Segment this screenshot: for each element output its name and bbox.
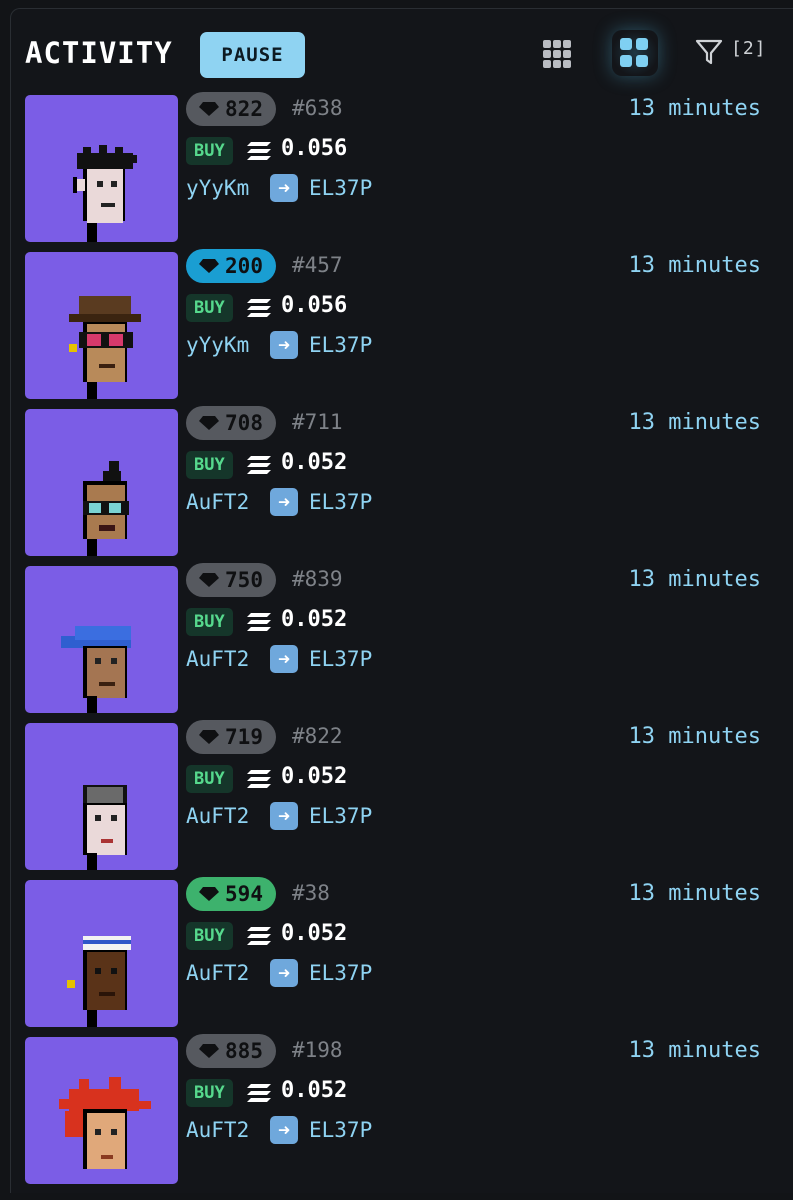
- transaction-type-badge: BUY: [186, 922, 233, 950]
- activity-header: ACTIVITY PAUSE [2]: [0, 0, 793, 90]
- sale-price: 0.056: [281, 136, 348, 161]
- timestamp: 13 minutes: [628, 567, 761, 592]
- buyer-address[interactable]: EL37P: [309, 1118, 372, 1142]
- transaction-type-badge: BUY: [186, 765, 233, 793]
- right-arrow-icon: ➜: [270, 174, 298, 202]
- diamond-icon: [199, 259, 220, 273]
- right-arrow-icon: ➜: [270, 645, 298, 673]
- page-title: ACTIVITY: [25, 36, 173, 70]
- right-arrow-icon: ➜: [270, 959, 298, 987]
- rarity-rank-badge: 719: [186, 720, 276, 754]
- solana-icon: [247, 613, 271, 631]
- nft-avatar[interactable]: [25, 252, 178, 399]
- rarity-rank-value: 719: [225, 725, 263, 749]
- rarity-rank-badge: 594: [186, 877, 276, 911]
- solana-icon: [247, 299, 271, 317]
- seller-address[interactable]: AuFT2: [186, 804, 249, 828]
- buyer-address[interactable]: EL37P: [309, 647, 372, 671]
- sale-price: 0.056: [281, 293, 348, 318]
- seller-address[interactable]: AuFT2: [186, 490, 249, 514]
- sale-price: 0.052: [281, 1078, 348, 1103]
- nft-avatar[interactable]: [25, 723, 178, 870]
- sale-price: 0.052: [281, 921, 348, 946]
- activity-row[interactable]: 708 #711 13 minutes BUY 0.052 AuFT2 ➜ EL…: [0, 404, 793, 561]
- transaction-type-badge: BUY: [186, 608, 233, 636]
- buyer-address[interactable]: EL37P: [309, 176, 372, 200]
- rarity-rank-badge: 822: [186, 92, 276, 126]
- rarity-rank-badge: 200: [186, 249, 276, 283]
- solana-icon: [247, 770, 271, 788]
- sale-price: 0.052: [281, 450, 348, 475]
- buyer-address[interactable]: EL37P: [309, 804, 372, 828]
- nft-avatar[interactable]: [25, 566, 178, 713]
- pause-button[interactable]: PAUSE: [200, 32, 305, 78]
- rarity-rank-value: 200: [225, 254, 263, 278]
- timestamp: 13 minutes: [628, 253, 761, 278]
- seller-address[interactable]: AuFT2: [186, 961, 249, 985]
- token-id[interactable]: #38: [292, 881, 330, 905]
- rarity-rank-value: 822: [225, 97, 263, 121]
- rarity-rank-badge: 750: [186, 563, 276, 597]
- diamond-icon: [199, 887, 220, 901]
- grid-large-icon: [620, 38, 650, 68]
- timestamp: 13 minutes: [628, 1038, 761, 1063]
- buyer-address[interactable]: EL37P: [309, 961, 372, 985]
- buyer-address[interactable]: EL37P: [309, 490, 372, 514]
- diamond-icon: [199, 102, 220, 116]
- grid-small-icon[interactable]: [543, 40, 571, 68]
- rarity-rank-value: 885: [225, 1039, 263, 1063]
- diamond-icon: [199, 573, 220, 587]
- seller-address[interactable]: AuFT2: [186, 647, 249, 671]
- right-arrow-icon: ➜: [270, 488, 298, 516]
- diamond-icon: [199, 730, 220, 744]
- token-id[interactable]: #638: [292, 96, 343, 120]
- diamond-icon: [199, 1044, 220, 1058]
- timestamp: 13 minutes: [628, 724, 761, 749]
- rarity-rank-value: 594: [225, 882, 263, 906]
- grid-large-view-button[interactable]: [612, 30, 658, 76]
- timestamp: 13 minutes: [628, 881, 761, 906]
- nft-avatar[interactable]: [25, 95, 178, 242]
- activity-row[interactable]: 200 #457 13 minutes BUY 0.056 yYyKm ➜ EL…: [0, 247, 793, 404]
- token-id[interactable]: #457: [292, 253, 343, 277]
- token-id[interactable]: #839: [292, 567, 343, 591]
- solana-icon: [247, 456, 271, 474]
- nft-avatar[interactable]: [25, 880, 178, 1027]
- activity-row[interactable]: 719 #822 13 minutes BUY 0.052 AuFT2 ➜ EL…: [0, 718, 793, 875]
- timestamp: 13 minutes: [628, 96, 761, 121]
- right-arrow-icon: ➜: [270, 802, 298, 830]
- solana-icon: [247, 142, 271, 160]
- rarity-rank-badge: 885: [186, 1034, 276, 1068]
- nft-avatar[interactable]: [25, 1037, 178, 1184]
- timestamp: 13 minutes: [628, 410, 761, 435]
- rarity-rank-value: 708: [225, 411, 263, 435]
- buyer-address[interactable]: EL37P: [309, 333, 372, 357]
- seller-address[interactable]: yYyKm: [186, 333, 249, 357]
- transaction-type-badge: BUY: [186, 1079, 233, 1107]
- token-id[interactable]: #198: [292, 1038, 343, 1062]
- right-arrow-icon: ➜: [270, 1116, 298, 1144]
- activity-row[interactable]: 750 #839 13 minutes BUY 0.052 AuFT2 ➜ EL…: [0, 561, 793, 718]
- rarity-rank-value: 750: [225, 568, 263, 592]
- token-id[interactable]: #822: [292, 724, 343, 748]
- activity-row[interactable]: 594 #38 13 minutes BUY 0.052 AuFT2 ➜ EL3…: [0, 875, 793, 1032]
- sale-price: 0.052: [281, 607, 348, 632]
- transaction-type-badge: BUY: [186, 137, 233, 165]
- rarity-rank-badge: 708: [186, 406, 276, 440]
- nft-avatar[interactable]: [25, 409, 178, 556]
- transaction-type-badge: BUY: [186, 451, 233, 479]
- filter-icon[interactable]: [695, 38, 723, 66]
- activity-row[interactable]: 822 #638 13 minutes BUY 0.056 yYyKm ➜ EL…: [0, 90, 793, 247]
- seller-address[interactable]: yYyKm: [186, 176, 249, 200]
- solana-icon: [247, 927, 271, 945]
- diamond-icon: [199, 416, 220, 430]
- transaction-type-badge: BUY: [186, 294, 233, 322]
- solana-icon: [247, 1084, 271, 1102]
- seller-address[interactable]: AuFT2: [186, 1118, 249, 1142]
- activity-row[interactable]: 885 #198 13 minutes BUY 0.052 AuFT2 ➜ EL…: [0, 1032, 793, 1189]
- right-arrow-icon: ➜: [270, 331, 298, 359]
- token-id[interactable]: #711: [292, 410, 343, 434]
- sale-price: 0.052: [281, 764, 348, 789]
- filter-count: [2]: [731, 38, 767, 59]
